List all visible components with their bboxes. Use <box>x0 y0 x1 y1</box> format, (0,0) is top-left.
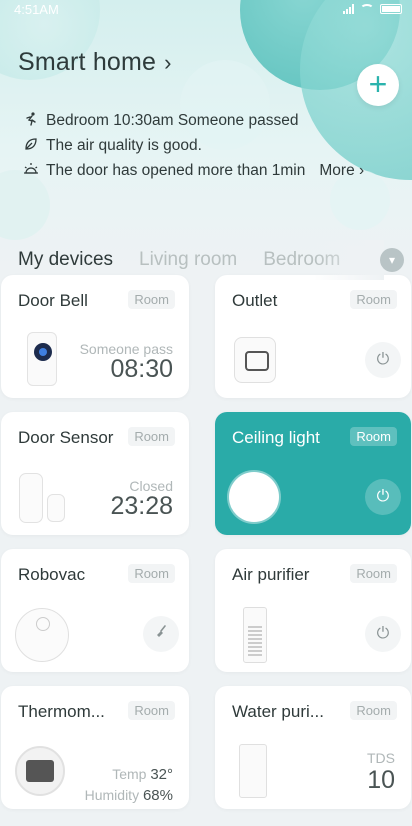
room-tag: Room <box>350 564 397 583</box>
thermometer-readings: Temp 32° Humidity 68% <box>85 764 173 806</box>
chevron-down-icon: ▾ <box>388 253 396 267</box>
room-tag: Room <box>128 701 175 720</box>
add-device-button[interactable]: + <box>357 64 399 106</box>
event-item: The air quality is good. <box>22 133 412 158</box>
room-tag: Room <box>128 290 175 309</box>
device-name: Robovac <box>18 565 86 584</box>
doorbell-device-image <box>27 332 57 386</box>
power-icon: ⏻ <box>376 488 390 505</box>
device-name: Ceiling light <box>232 428 320 447</box>
door-sensor-magnet-image <box>47 494 65 522</box>
room-tag: Room <box>350 701 397 720</box>
humidity-label: Humidity <box>84 787 140 803</box>
room-tabs: My devices Living room Bedroom ▾ <box>0 240 412 280</box>
event-text: The door has opened more than 1min <box>46 161 306 179</box>
power-button[interactable]: ⏻ <box>365 342 401 378</box>
event-text: The air quality is good. <box>46 136 202 154</box>
thermometer-device-image <box>15 746 65 796</box>
tds-value: 10 <box>367 766 395 794</box>
humidity-value: 68% <box>142 787 173 804</box>
room-tag: Room <box>128 427 175 446</box>
device-card-ceiling-light[interactable]: Ceiling light Room ⏻ <box>215 412 411 535</box>
tab-my-devices[interactable]: My devices <box>18 249 113 271</box>
page-title: Smart home <box>18 48 157 76</box>
device-card-water-purifier[interactable]: Water puri... Room TDS 10 <box>215 686 411 809</box>
leaf-icon <box>22 137 40 154</box>
door-sensor-device-image <box>19 473 43 523</box>
power-icon: ⏻ <box>376 351 390 368</box>
ceiling-light-device-image <box>229 472 279 522</box>
wifi-icon <box>360 4 374 14</box>
home-selector[interactable]: Smart home › <box>18 48 172 77</box>
sun-icon <box>22 162 40 179</box>
event-feed: Bedroom 10:30am Someone passed The air q… <box>0 98 412 183</box>
tabs-expand-button[interactable]: ▾ <box>380 248 404 272</box>
temp-label: Temp <box>112 766 147 782</box>
room-tag: Room <box>350 427 397 446</box>
event-text: Bedroom 10:30am Someone passed <box>46 111 299 129</box>
device-status-value: 23:28 <box>110 492 173 520</box>
robovac-device-image <box>15 608 69 662</box>
water-purifier-device-image <box>239 744 267 798</box>
header: Smart home › + <box>0 18 412 106</box>
power-icon: ⏻ <box>376 625 390 642</box>
device-card-outlet[interactable]: Outlet Room ⏻ <box>215 275 411 398</box>
power-button[interactable]: ⏻ <box>365 616 401 652</box>
chevron-right-icon: › <box>164 49 172 75</box>
status-time: 4:51AM <box>14 1 59 17</box>
room-tag: Room <box>128 564 175 583</box>
signal-icon <box>343 4 354 14</box>
outlet-device-image <box>234 337 276 383</box>
tds-label: TDS <box>367 750 395 766</box>
battery-icon <box>380 4 402 14</box>
device-card-air-purifier[interactable]: Air purifier Room ⏻ <box>215 549 411 672</box>
plus-icon: + <box>368 66 388 102</box>
event-item: Bedroom 10:30am Someone passed <box>22 108 412 133</box>
status-bar: 4:51AM <box>0 0 412 18</box>
power-button[interactable]: ⏻ <box>365 479 401 515</box>
device-status-value: 08:30 <box>110 355 173 383</box>
air-purifier-device-image <box>243 607 267 663</box>
broom-icon <box>153 624 169 645</box>
running-person-icon <box>22 112 40 129</box>
device-name: Thermom... <box>18 702 105 721</box>
device-name: Door Bell <box>18 291 88 310</box>
device-card-thermometer[interactable]: Thermom... Room Temp 32° Humidity 68% <box>1 686 189 809</box>
device-name: Door Sensor <box>18 428 114 447</box>
temp-value: 32° <box>150 766 173 783</box>
tab-living-room[interactable]: Living room <box>139 249 237 271</box>
device-name: Water puri... <box>232 702 324 721</box>
event-item: The door has opened more than 1min More … <box>22 158 412 183</box>
device-name: Outlet <box>232 291 278 310</box>
device-card-door-sensor[interactable]: Door Sensor Room Closed 23:28 <box>1 412 189 535</box>
room-tag: Room <box>350 290 397 309</box>
device-card-robovac[interactable]: Robovac Room <box>1 549 189 672</box>
device-name: Air purifier <box>232 565 310 584</box>
device-card-door-bell[interactable]: Door Bell Room Someone pass 08:30 <box>1 275 189 398</box>
more-link[interactable]: More › <box>319 162 364 180</box>
clean-button[interactable] <box>143 616 179 652</box>
